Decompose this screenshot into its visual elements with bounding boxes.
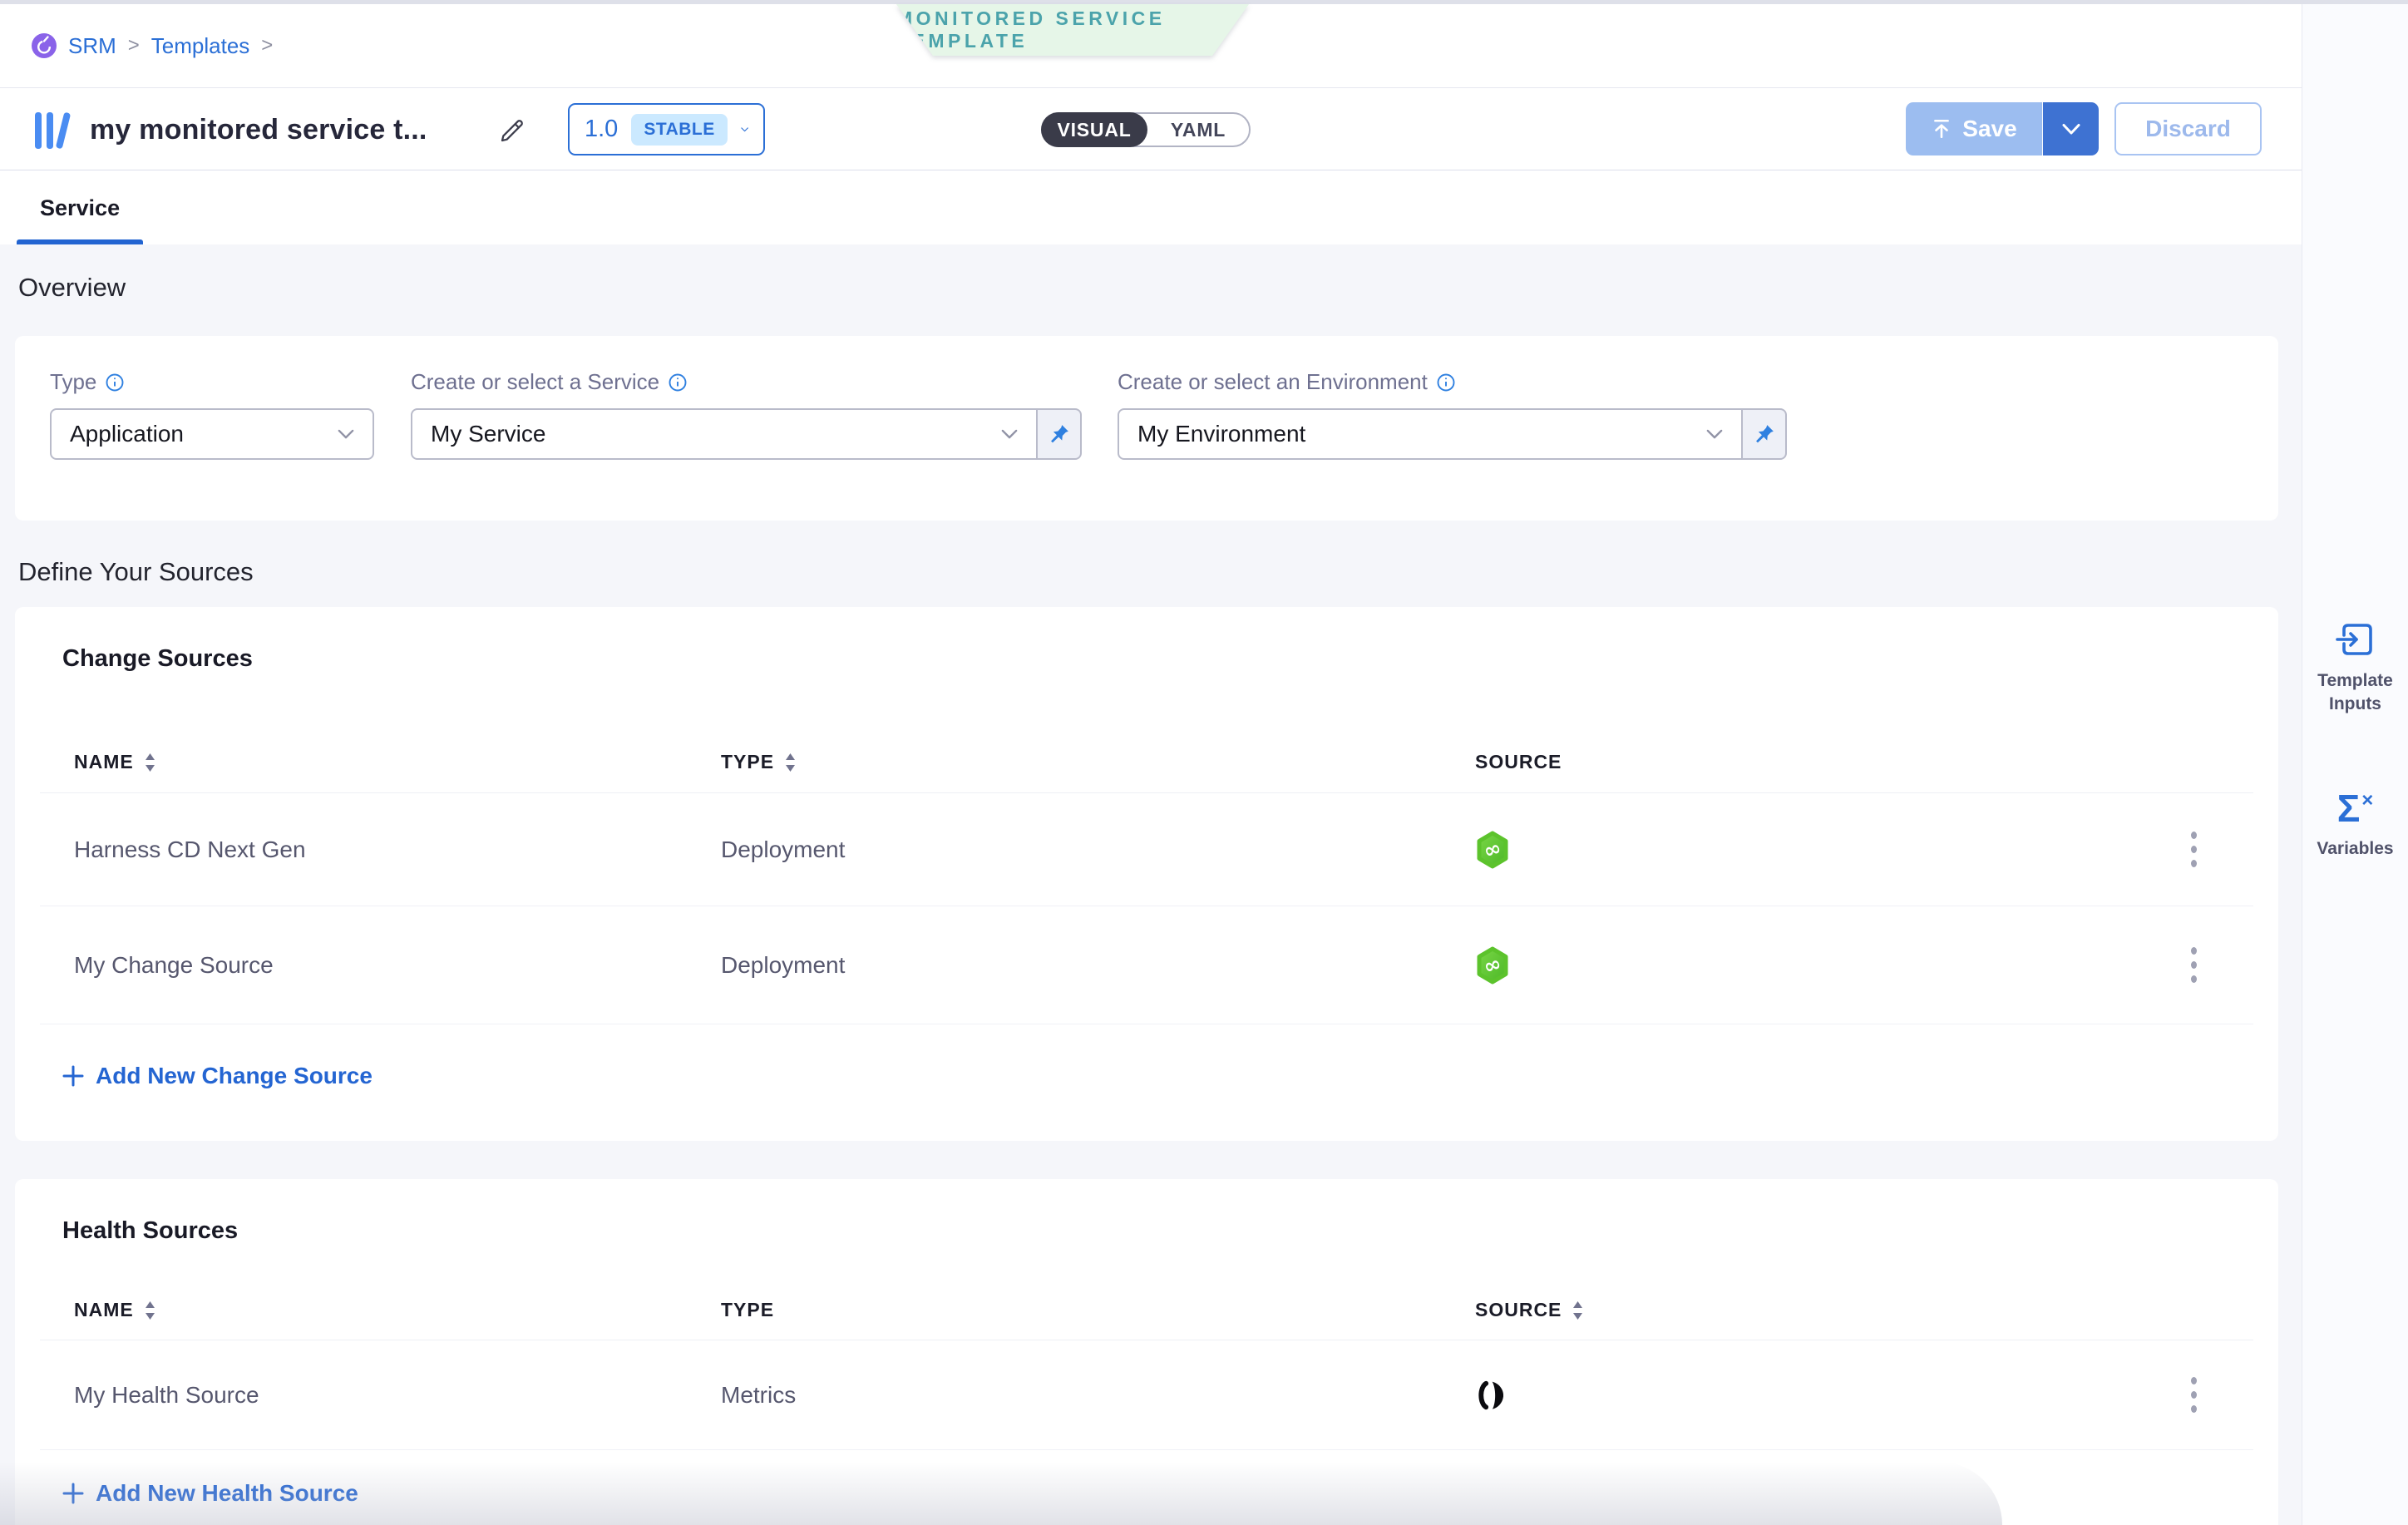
template-icon xyxy=(33,109,80,156)
column-header-type: TYPE xyxy=(721,751,774,773)
service-select[interactable]: My Service xyxy=(411,408,1038,460)
info-icon[interactable] xyxy=(668,373,688,392)
sort-icon[interactable] xyxy=(1572,1300,1584,1320)
toggle-visual[interactable]: VISUAL xyxy=(1041,112,1147,147)
template-inputs-label: Template Inputs xyxy=(2310,669,2401,717)
discard-button[interactable]: Discard xyxy=(2114,102,2262,155)
breadcrumb-separator: > xyxy=(128,34,140,57)
pencil-icon xyxy=(499,117,526,144)
tab-service[interactable]: Service xyxy=(17,171,143,244)
title-bar: my monitored service t... 1.0 STABLE VIS… xyxy=(0,89,2302,170)
pin-icon xyxy=(1049,423,1070,445)
plus-icon xyxy=(62,1483,84,1504)
variables-button[interactable]: Σ× Variables xyxy=(2302,789,2408,861)
sort-icon[interactable] xyxy=(144,753,156,772)
change-sources-header-row: NAME TYPE SOURCE xyxy=(40,732,2253,793)
info-icon[interactable] xyxy=(105,373,125,392)
field-label: Create or select an Environment xyxy=(1118,369,1428,395)
page-title: my monitored service t... xyxy=(90,89,427,170)
info-icon[interactable] xyxy=(1436,373,1456,392)
change-source-row[interactable]: Harness CD Next Gen Deployment ∞ xyxy=(40,793,2253,906)
row-options-button[interactable] xyxy=(2175,940,2212,990)
plus-icon xyxy=(62,1065,84,1087)
change-source-name: Harness CD Next Gen xyxy=(74,793,306,906)
overview-heading: Overview xyxy=(18,273,126,303)
environment-select-value: My Environment xyxy=(1137,421,1305,447)
define-sources-heading: Define Your Sources xyxy=(18,557,254,587)
column-header-type: TYPE xyxy=(721,1299,774,1321)
add-health-source-label: Add New Health Source xyxy=(96,1480,358,1507)
sort-icon[interactable] xyxy=(144,1300,156,1320)
chevron-down-icon xyxy=(1001,429,1018,440)
sort-icon[interactable] xyxy=(784,753,797,772)
appdynamics-icon xyxy=(1475,1340,1507,1449)
harness-cd-icon: ∞ xyxy=(1475,906,1510,1024)
health-source-type: Metrics xyxy=(721,1340,796,1449)
field-type: Type Application xyxy=(50,369,374,460)
row-options-button[interactable] xyxy=(2175,1370,2212,1420)
pin-service-button[interactable] xyxy=(1038,408,1082,460)
field-label: Create or select a Service xyxy=(411,369,659,395)
template-type-badge-label: MONITORED SERVICE TEMPLATE xyxy=(896,4,1249,56)
column-header-source: SOURCE xyxy=(1475,751,1562,773)
change-source-row[interactable]: My Change Source Deployment ∞ xyxy=(40,906,2253,1024)
breadcrumb-srm-link[interactable]: SRM xyxy=(68,33,116,59)
column-header-source: SOURCE xyxy=(1475,1299,1562,1321)
column-header-name: NAME xyxy=(74,1299,134,1321)
add-health-source-button[interactable]: Add New Health Source xyxy=(62,1480,358,1507)
health-source-row[interactable]: My Health Source Metrics xyxy=(40,1340,2253,1450)
harness-cd-icon: ∞ xyxy=(1475,793,1510,906)
breadcrumb-separator: > xyxy=(261,34,273,57)
right-rail: Template Inputs Σ× Variables xyxy=(2302,4,2408,1525)
monitored-service-template-page: SRM > Templates > MONITORED SERVICE TEMP… xyxy=(0,0,2408,1525)
chevron-down-icon xyxy=(2061,123,2081,136)
field-environment: Create or select an Environment My Envir… xyxy=(1118,369,1787,460)
environment-select[interactable]: My Environment xyxy=(1118,408,1743,460)
health-sources-header-row: NAME TYPE SOURCE xyxy=(40,1281,2253,1340)
overview-card: Type Application Create or se xyxy=(15,336,2278,521)
srm-module-icon[interactable] xyxy=(32,33,57,58)
save-button[interactable]: Save xyxy=(1906,102,2043,155)
version-selector[interactable]: 1.0 STABLE xyxy=(568,103,765,155)
pin-icon xyxy=(1754,423,1775,445)
main-content: Overview Type Application xyxy=(0,244,2302,1525)
type-select[interactable]: Application xyxy=(50,408,374,460)
save-label: Save xyxy=(1962,116,2016,142)
template-type-badge: MONITORED SERVICE TEMPLATE xyxy=(896,4,1249,56)
service-select-value: My Service xyxy=(431,421,545,447)
health-source-name: My Health Source xyxy=(74,1340,259,1449)
field-label: Type xyxy=(50,369,96,395)
edit-title-button[interactable] xyxy=(497,116,527,146)
chevron-down-icon xyxy=(338,429,354,440)
chevron-down-icon xyxy=(741,124,748,136)
change-source-name: My Change Source xyxy=(74,906,274,1024)
tab-bar: Service xyxy=(0,171,2302,244)
template-inputs-button[interactable]: Template Inputs xyxy=(2302,619,2408,717)
breadcrumb-templates-link[interactable]: Templates xyxy=(151,33,250,59)
column-header-name: NAME xyxy=(74,751,134,773)
field-service: Create or select a Service My Service xyxy=(411,369,1082,460)
change-source-type: Deployment xyxy=(721,906,845,1024)
pin-environment-button[interactable] xyxy=(1743,408,1787,460)
row-options-button[interactable] xyxy=(2175,825,2212,875)
add-change-source-label: Add New Change Source xyxy=(96,1063,373,1089)
save-options-button[interactable] xyxy=(2043,102,2099,155)
change-sources-title: Change Sources xyxy=(62,645,253,673)
health-sources-title: Health Sources xyxy=(62,1217,238,1245)
change-sources-card: Change Sources NAME TYPE SOURCE xyxy=(15,607,2278,1141)
change-source-type: Deployment xyxy=(721,793,845,906)
version-number: 1.0 xyxy=(585,116,618,143)
save-split-button: Save xyxy=(1906,102,2099,155)
upload-icon xyxy=(1931,118,1952,140)
add-change-source-button[interactable]: Add New Change Source xyxy=(62,1063,373,1089)
health-sources-card: Health Sources NAME TYPE SOURCE xyxy=(15,1179,2278,1525)
visual-yaml-toggle: VISUAL YAML xyxy=(1041,112,1251,147)
variables-label: Variables xyxy=(2310,837,2401,861)
chevron-down-icon xyxy=(1706,429,1723,440)
type-select-value: Application xyxy=(70,421,184,447)
toggle-yaml[interactable]: YAML xyxy=(1147,114,1249,146)
variables-icon: Σ× xyxy=(2337,789,2374,827)
template-inputs-icon xyxy=(2335,619,2376,659)
version-status-badge: STABLE xyxy=(631,114,727,146)
